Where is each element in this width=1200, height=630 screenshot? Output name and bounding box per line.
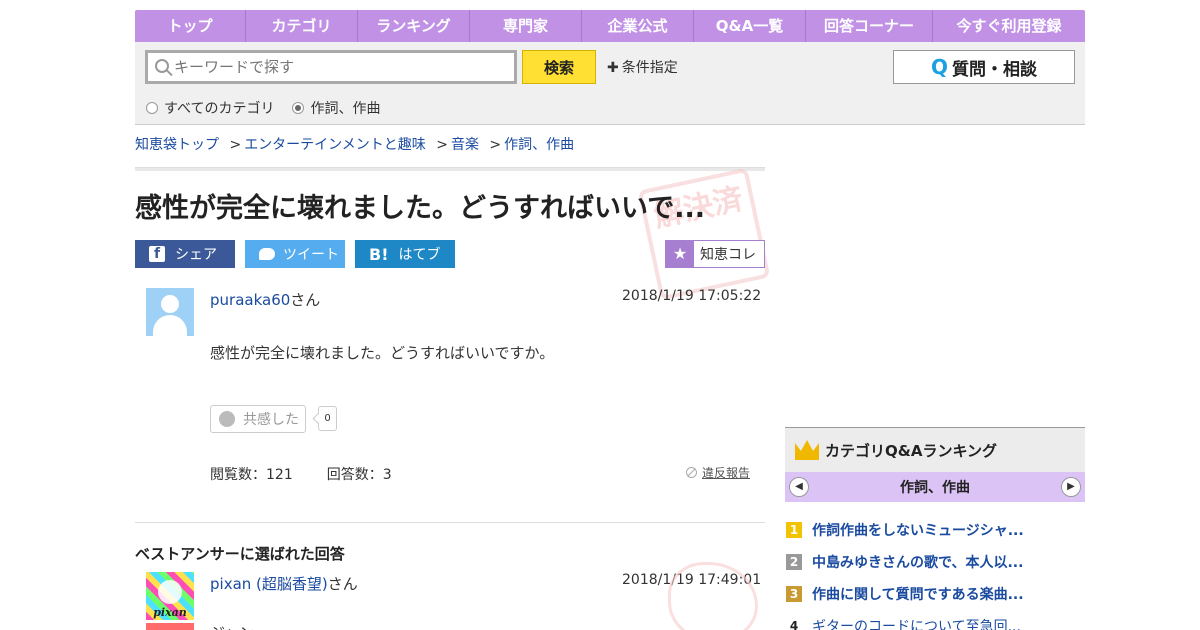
list-item[interactable]: 4 ギターのコードについて至急回... — [785, 610, 1085, 630]
hatena-label: はてブ — [398, 247, 441, 263]
view-count: 閲覧数：121 — [210, 467, 293, 483]
questioner-name: puraaka60さん — [210, 289, 320, 310]
crumb-sep: > — [229, 137, 242, 153]
q-logo-icon: Q — [930, 55, 948, 79]
search-input[interactable] — [145, 50, 517, 84]
answerer-link[interactable]: pixan (超脳香望) — [210, 575, 328, 593]
nav-register[interactable]: 今すぐ利用登録 — [933, 10, 1085, 42]
nav-answer-corner[interactable]: 回答コーナー — [806, 10, 933, 42]
rank-number: 2 — [786, 554, 802, 570]
condition-link[interactable]: ✚ 条件指定 — [607, 57, 678, 77]
question-title: 感性が完全に壊れました。どうすればいいで... — [135, 193, 705, 224]
avatar-face — [158, 580, 182, 604]
avatar-head — [161, 295, 179, 313]
rank-title[interactable]: ギターのコードについて至急回... — [812, 616, 1021, 630]
ranking-header: カテゴリQ&Aランキング — [785, 427, 1085, 472]
empathy-button[interactable]: 共感した — [210, 405, 306, 433]
radio-all-label: すべてのカテゴリ — [164, 101, 275, 117]
question-stats: 閲覧数：121 回答数：3 — [210, 464, 426, 484]
global-nav: トップ カテゴリ ランキング 専門家 企業公式 Q&A一覧 回答コーナー 今すぐ… — [135, 10, 1085, 42]
prev-arrow-icon[interactable]: ◀ — [789, 477, 809, 497]
report-link[interactable]: 違反報告 — [686, 464, 750, 481]
ranking-title: カテゴリQ&Aランキング — [825, 441, 997, 460]
empathy-count: 0 — [318, 406, 337, 431]
avatar-text: pixan — [153, 606, 187, 619]
best-answer-heading: ベストアンサーに選ばれた回答 — [135, 545, 345, 563]
list-item[interactable]: 2 中島みゆきさんの歌で、本人以... — [785, 546, 1085, 578]
avatar-badge — [146, 623, 194, 630]
search-button[interactable]: 検索 — [522, 50, 596, 84]
avatar-body — [153, 315, 187, 336]
twitter-icon — [259, 248, 275, 260]
radio-off-icon — [146, 102, 158, 114]
nav-category[interactable]: カテゴリ — [246, 10, 358, 42]
crumb-sep: > — [489, 137, 502, 153]
collect-label: 知恵コレ — [700, 247, 756, 263]
list-item[interactable]: 3 作曲に関して質問ですある楽曲... — [785, 578, 1085, 610]
radio-on-icon — [292, 102, 305, 114]
chie-collection-button[interactable]: ★ 知恵コレ — [665, 240, 765, 268]
answerer-name: pixan (超脳香望)さん — [210, 573, 358, 594]
search-icon — [155, 59, 169, 73]
list-item[interactable]: 1 作詞作曲をしないミュージシャ... — [785, 514, 1085, 546]
radio-this-category[interactable]: 作詞、作曲 — [292, 98, 380, 118]
ask-question-button[interactable]: Q 質問・相談 — [893, 50, 1075, 84]
rank-number: 1 — [786, 522, 802, 538]
radio-all-categories[interactable]: すべてのカテゴリ — [146, 98, 274, 118]
ranking-category: 作詞、作曲 — [900, 480, 970, 496]
crumb-entertainment[interactable]: エンターテインメントと趣味 — [244, 137, 426, 153]
crumb-music[interactable]: 音楽 — [451, 137, 479, 153]
rank-number: 4 — [789, 619, 799, 630]
question-date: 2018/1/19 17:05:22 — [622, 288, 762, 304]
prohibited-icon — [686, 467, 697, 478]
answer-count: 回答数：3 — [326, 467, 392, 483]
ask-label: 質問・相談 — [952, 59, 1037, 80]
facebook-label: シェア — [175, 247, 217, 263]
nav-ranking[interactable]: ランキング — [358, 10, 470, 42]
nav-top[interactable]: トップ — [135, 10, 246, 42]
next-arrow-icon[interactable]: ▶ — [1061, 477, 1081, 497]
crumb-composition[interactable]: 作詞、作曲 — [504, 137, 574, 153]
facebook-icon: f — [149, 246, 165, 262]
name-suffix: さん — [290, 291, 321, 309]
answer-body-peek: ジャン... — [210, 622, 269, 630]
twitter-share-button[interactable]: ツイート — [245, 240, 345, 268]
crown-icon — [795, 440, 819, 460]
questioner-link[interactable]: puraaka60 — [210, 291, 290, 309]
nav-expert[interactable]: 専門家 — [470, 10, 582, 42]
radio-cat-label: 作詞、作曲 — [310, 101, 381, 117]
rank-title[interactable]: 中島みゆきさんの歌で、本人以... — [812, 552, 1023, 572]
twitter-label: ツイート — [283, 247, 339, 263]
star-icon: ★ — [666, 241, 694, 267]
report-label: 違反報告 — [702, 466, 751, 480]
breadcrumb: 知恵袋トップ > エンターテインメントと趣味 > 音楽 > 作詞、作曲 — [135, 134, 574, 154]
questioner-avatar[interactable] — [146, 288, 194, 336]
crumb-sep: > — [436, 137, 448, 153]
nav-qa-list[interactable]: Q&A一覧 — [694, 10, 806, 42]
condition-label: 条件指定 — [621, 60, 678, 76]
question-body: 感性が完全に壊れました。どうすればいいですか。 — [210, 344, 555, 362]
hatena-icon: B! — [369, 244, 389, 264]
ranking-list: 1 作詞作曲をしないミュージシャ... 2 中島みゆきさんの歌で、本人以... 3作… — [785, 514, 1085, 630]
name-suffix: さん — [327, 575, 358, 593]
divider — [135, 522, 765, 523]
rank-title[interactable]: 作詞作曲をしないミュージシャ... — [812, 520, 1024, 540]
answerer-avatar[interactable]: pixan — [146, 572, 194, 620]
search-bar: 検索 ✚条件指定 すべてのカテゴリ 作詞、作曲 Q質問・相談 — [135, 42, 1085, 125]
hatena-share-button[interactable]: B! はてブ — [355, 240, 455, 268]
divider — [135, 167, 765, 171]
category-scope: すべてのカテゴリ 作詞、作曲 — [146, 98, 398, 118]
nav-official[interactable]: 企業公式 — [582, 10, 694, 42]
smile-icon — [219, 411, 235, 427]
plus-icon: ✚ — [607, 60, 619, 76]
rank-number: 3 — [786, 586, 802, 602]
facebook-share-button[interactable]: f シェア — [135, 240, 235, 268]
rank-title[interactable]: 作曲に関して質問ですある楽曲... — [812, 584, 1024, 604]
empathy-label: 共感した — [243, 412, 299, 428]
category-ranking: カテゴリQ&Aランキング ◀ 作詞、作曲 ▶ 1 作詞作曲をしないミュージシャ..… — [785, 427, 1085, 630]
crumb-top[interactable]: 知恵袋トップ — [135, 137, 219, 153]
ranking-category-bar: ◀ 作詞、作曲 ▶ — [785, 472, 1085, 502]
